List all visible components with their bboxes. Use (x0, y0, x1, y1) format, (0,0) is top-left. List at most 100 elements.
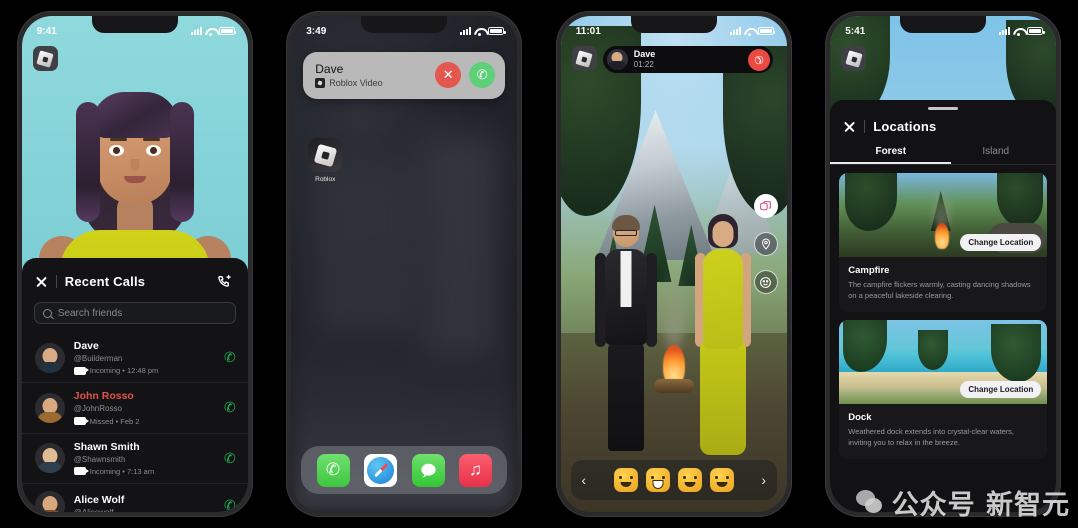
contact-handle: @Shawnsmith (73, 454, 126, 464)
status-time: 11:01 (575, 25, 601, 37)
contact-name: Shawn Smith (73, 440, 140, 453)
accept-call-button[interactable]: ✆ (469, 62, 496, 89)
cellular-signal-icon (729, 27, 741, 35)
roblox-logo-icon[interactable] (841, 46, 867, 71)
emoji-grin[interactable] (677, 468, 702, 492)
battery-icon (1027, 27, 1045, 35)
change-location-button[interactable]: Change Location (960, 234, 1042, 251)
avatar (34, 490, 65, 512)
dock-phone-icon[interactable]: ✆ (316, 453, 350, 487)
call-meta: Missed • Feb 2 (89, 416, 140, 426)
wifi-icon (744, 27, 755, 36)
emoji-smile[interactable] (613, 468, 638, 492)
next-emoji-button[interactable]: › (757, 472, 771, 488)
emoji-happy[interactable] (709, 468, 734, 492)
phone-3-frame: 11:01 Dave 01:22 ✆ ‹ › (555, 11, 792, 517)
status-time: 3:49 (306, 25, 327, 37)
locations-sheet: Locations Forest Island Change Location (830, 100, 1057, 512)
list-item[interactable]: Alice Wolf @Alicewolf ✆ (21, 482, 248, 512)
emoji-reaction-bar: ‹ › (570, 460, 777, 500)
battery-icon (218, 27, 237, 35)
dock-music-icon[interactable]: ♫ (459, 453, 492, 487)
video-call-icon (73, 366, 89, 375)
prev-emoji-button[interactable]: ‹ (577, 472, 591, 488)
location-description: Weathered dock extends into crystal-clea… (848, 426, 1015, 447)
contact-name: John Rosso (73, 390, 134, 403)
battery-icon (757, 27, 776, 35)
phone-2-slot: 3:49 Dave Roblox Video ✕ ✆ Roblox ✆ ♫ (270, 0, 540, 528)
emoji-laugh[interactable] (645, 468, 670, 492)
notch (361, 16, 448, 33)
search-placeholder: Search friends (57, 307, 123, 319)
add-call-icon[interactable] (214, 270, 236, 292)
dock-safari-icon[interactable] (364, 453, 397, 487)
dock-messages-icon[interactable] (411, 453, 445, 487)
incoming-call-notification[interactable]: Dave Roblox Video ✕ ✆ (303, 52, 506, 100)
search-input[interactable]: Search friends (33, 302, 236, 324)
location-card-dock[interactable]: Change Location Dock Weathered dock exte… (839, 319, 1048, 459)
video-call-icon (73, 467, 89, 476)
contact-name: Alice Wolf (73, 493, 125, 506)
location-title: Campfire (848, 265, 890, 276)
app-label: Roblox (315, 176, 336, 183)
app-icon-roblox[interactable]: Roblox (305, 138, 345, 183)
wifi-icon (474, 27, 485, 36)
list-item[interactable]: Dave @Builderman Incoming • 12:48 pm ✆ (22, 333, 248, 382)
contact-handle: @Alicewolf (74, 507, 215, 512)
tab-island[interactable]: Island (943, 142, 1048, 164)
phone-1-screen: 9:41 Recent Calls Search friends Dave @B… (21, 16, 248, 512)
phone-2-frame: 3:49 Dave Roblox Video ✕ ✆ Roblox ✆ ♫ (286, 11, 523, 517)
watermark: 公众号 新智元 (855, 483, 1070, 522)
location-card-campfire[interactable]: Change Location Campfire The campfire fl… (839, 173, 1048, 312)
notification-subtitle: Roblox Video (329, 78, 383, 89)
call-button[interactable]: ✆ (224, 399, 236, 416)
screenshot-stage: 9:41 Recent Calls Search friends Dave @B… (0, 0, 1078, 528)
divider (864, 120, 866, 133)
wifi-icon (205, 27, 216, 36)
search-icon (42, 308, 52, 318)
avatar (34, 443, 65, 474)
change-location-button[interactable]: Change Location (960, 380, 1042, 398)
call-button[interactable]: ✆ (224, 450, 236, 467)
watermark-text: 公众号 新智元 (891, 490, 1070, 521)
caller-name: Dave (315, 62, 344, 76)
decline-call-button[interactable]: ✕ (435, 62, 462, 89)
recent-calls-sheet: Recent Calls Search friends Dave @Builde… (21, 258, 248, 512)
phone-1-frame: 9:41 Recent Calls Search friends Dave @B… (16, 11, 253, 517)
caller-name: Dave (633, 48, 656, 59)
call-button[interactable]: ✆ (224, 349, 236, 366)
phone-1-slot: 9:41 Recent Calls Search friends Dave @B… (0, 0, 270, 528)
avatar (34, 342, 65, 373)
call-meta: Incoming • 7:13 am (89, 466, 155, 476)
location-thumbnail: Change Location (839, 319, 1048, 404)
list-item[interactable]: Shawn Smith @Shawnsmith Incoming • 7:13 … (21, 432, 248, 483)
list-item[interactable]: John Rosso @JohnRosso Missed • Feb 2 ✆ (21, 382, 248, 432)
recent-calls-header: Recent Calls (22, 258, 248, 300)
phone-4-screen: 5:41 Locations Forest Island Change Loca… (830, 16, 1057, 512)
wifi-icon (1013, 27, 1024, 36)
tab-forest[interactable]: Forest (830, 142, 952, 164)
effects-icon[interactable] (753, 194, 778, 219)
call-duration: 01:22 (633, 60, 654, 70)
phone-4-frame: 5:41 Locations Forest Island Change Loca… (825, 11, 1062, 517)
emoji-face-icon[interactable] (753, 270, 778, 295)
location-thumbnail: Change Location (839, 173, 1048, 257)
location-pin-icon[interactable] (753, 232, 778, 257)
avatar (606, 49, 628, 70)
active-call-pill[interactable]: Dave 01:22 ✆ (602, 43, 775, 76)
close-icon[interactable] (843, 120, 856, 133)
contact-handle: @JohnRosso (73, 404, 122, 414)
page-title: Locations (873, 119, 937, 134)
roblox-logo-icon[interactable] (32, 46, 58, 71)
phone-2-screen: 3:49 Dave Roblox Video ✕ ✆ Roblox ✆ ♫ (291, 16, 518, 512)
close-icon[interactable] (35, 275, 48, 288)
notch (900, 16, 987, 33)
status-time: 5:41 (845, 25, 866, 37)
recent-calls-list: Dave @Builderman Incoming • 12:48 pm ✆ J… (21, 333, 248, 512)
notch (91, 16, 178, 33)
cellular-signal-icon (460, 27, 472, 35)
call-button[interactable]: ✆ (224, 497, 236, 512)
avatar-male (594, 215, 657, 467)
divider (55, 274, 57, 288)
roblox-logo-icon[interactable] (571, 46, 597, 71)
